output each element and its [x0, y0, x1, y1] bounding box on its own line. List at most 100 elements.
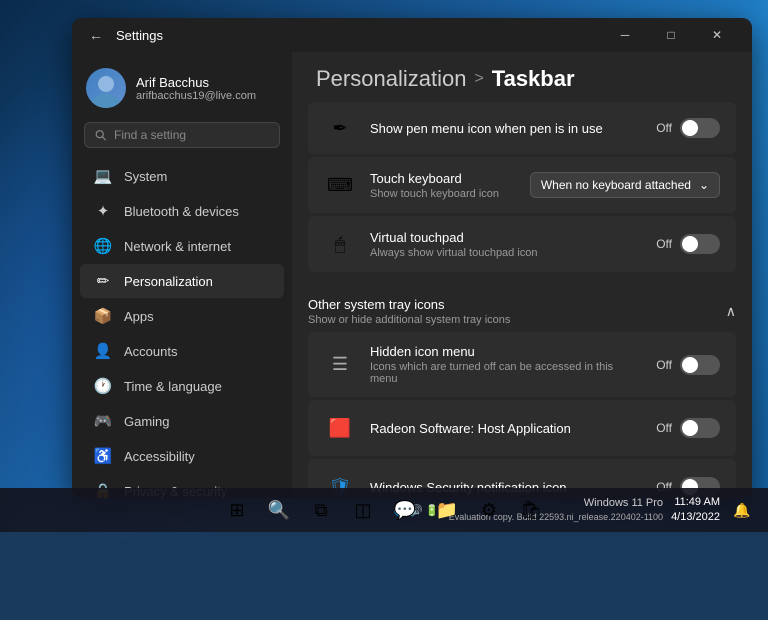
search-taskbar-icon[interactable]: 🔍 [261, 492, 297, 528]
search-input[interactable] [114, 128, 269, 142]
task-view-taskbar-icon[interactable]: ⧉ [303, 492, 339, 528]
user-email: arifbacchus19@live.com [136, 90, 256, 102]
nav-list: 💻 System ✦ Bluetooth & devices 🌐 Network & in… [72, 158, 292, 498]
taskbar-datetime[interactable]: 11:49 AM 4/13/2022 [671, 495, 720, 526]
setting-item-virtual-touchpad: 🖱 Virtual touchpad Always show virtual t… [308, 216, 736, 272]
sidebar-item-apps[interactable]: 📦 Apps [80, 299, 284, 333]
radeon-software-toggle-label: Off [648, 421, 672, 435]
sidebar-item-accessibility[interactable]: ♿Accessibility [80, 439, 284, 473]
main-content: Personalization > Taskbar ✒ Show pen men… [292, 52, 752, 498]
back-button[interactable]: ← [84, 23, 108, 47]
virtual-touchpad-toggle-label: Off [648, 237, 672, 251]
sidebar-item-label: Personalization [124, 274, 213, 289]
window-controls: ─ □ ✕ [602, 18, 740, 52]
hidden-icon-menu-icon: ☰ [324, 349, 356, 381]
system-tray-header[interactable]: Other system tray icons Show or hide add… [292, 287, 752, 332]
virtual-touchpad-icon: 🖱 [324, 228, 356, 260]
minimize-button[interactable]: ─ [602, 18, 648, 52]
page-header: Personalization > Taskbar [292, 52, 752, 102]
radeon-software-control: Off [648, 418, 720, 438]
apps-icon: 📦 [94, 307, 112, 325]
maximize-button[interactable]: □ [648, 18, 694, 52]
network-icon: 🌐 [94, 237, 112, 255]
sidebar-item-label: Accounts [124, 344, 177, 359]
pen-title: Show pen menu icon when pen is in use [370, 121, 634, 136]
touch-keyboard-title: Touch keyboard [370, 171, 516, 186]
close-button[interactable]: ✕ [694, 18, 740, 52]
time-icon: 🕐 [94, 377, 112, 395]
sidebar: Arif Bacchus arifbacchus19@live.com 💻 Sys… [72, 52, 292, 498]
section-subtitle: Show or hide additional system tray icon… [308, 314, 510, 326]
title-bar: ← Settings ─ □ ✕ [72, 18, 752, 52]
virtual-touchpad-toggle[interactable] [680, 234, 720, 254]
gaming-icon: 🎮 [94, 412, 112, 430]
sidebar-item-bluetooth[interactable]: ✦ Bluetooth & devices [80, 194, 284, 228]
user-info: Arif Bacchus arifbacchus19@live.com [136, 75, 256, 102]
virtual-touchpad-text: Virtual touchpad Always show virtual tou… [370, 230, 634, 259]
window-title: Settings [116, 28, 602, 43]
touch-keyboard-text: Touch keyboard Show touch keyboard icon [370, 171, 516, 200]
touch-keyboard-dropdown[interactable]: When no keyboard attached ⌄ [530, 172, 720, 198]
touch-keyboard-desc: Show touch keyboard icon [370, 188, 516, 200]
sidebar-item-accounts[interactable]: 👤Accounts [80, 334, 284, 368]
sidebar-item-gaming[interactable]: 🎮 Gaming [80, 404, 284, 438]
taskbar-time: 11:49 AM [674, 495, 720, 510]
taskbar: ⊞🔍⧉◫💬📁⚙🛍 🌐 🔊 🔋 Windows 11 Pro Evaluation… [0, 488, 768, 532]
sidebar-item-label: Time & language [124, 379, 222, 394]
pen-toggle-label: Off [648, 121, 672, 135]
touch-keyboard-dropdown-value: When no keyboard attached [541, 178, 691, 192]
file-explorer-taskbar-icon[interactable]: 📁 [429, 492, 465, 528]
bluetooth-icon: ✦ [94, 202, 112, 220]
virtual-touchpad-control: Off [648, 234, 720, 254]
breadcrumb-parent: Personalization [316, 66, 466, 92]
radeon-software-icon: 🟥 [324, 412, 356, 444]
pen-menu-item: ✒ Show pen menu icon when pen is in use … [308, 102, 736, 154]
widgets-taskbar-icon[interactable]: ◫ [345, 492, 381, 528]
pen-icon: ✒ [324, 112, 356, 144]
hidden-icon-menu-text: Hidden icon menu Icons which are turned … [370, 344, 634, 385]
sidebar-item-label: Bluetooth & devices [124, 204, 239, 219]
sidebar-item-label: Network & internet [124, 239, 231, 254]
windows-start-taskbar-icon[interactable]: ⊞ [219, 492, 255, 528]
sidebar-item-network[interactable]: 🌐 Network & internet [80, 229, 284, 263]
sidebar-item-label: Accessibility [124, 449, 195, 464]
virtual-touchpad-desc: Always show virtual touchpad icon [370, 247, 634, 259]
user-name: Arif Bacchus [136, 75, 256, 90]
tray-item-radeon-software: 🟥 Radeon Software: Host Application Off [308, 400, 736, 456]
radeon-software-toggle[interactable] [680, 418, 720, 438]
search-box[interactable] [84, 122, 280, 148]
tray-items-section: ☰ Hidden icon menu Icons which are turne… [292, 332, 752, 498]
breadcrumb-arrow: > [474, 70, 483, 88]
avatar [86, 68, 126, 108]
hidden-icon-menu-toggle[interactable] [680, 355, 720, 375]
system-icon: 💻 [94, 167, 112, 185]
pen-text: Show pen menu icon when pen is in use [370, 121, 634, 136]
sidebar-item-personalization[interactable]: ✏Personalization [80, 264, 284, 298]
hidden-icon-menu-control: Off [648, 355, 720, 375]
pen-toggle[interactable] [680, 118, 720, 138]
hidden-icon-menu-toggle-label: Off [648, 358, 672, 372]
settings-window: ← Settings ─ □ ✕ [72, 18, 752, 498]
sidebar-item-label: Gaming [124, 414, 170, 429]
chat-taskbar-icon[interactable]: 💬 [387, 492, 423, 528]
sidebar-item-label: System [124, 169, 167, 184]
store-taskbar-icon[interactable]: 🛍 [513, 492, 549, 528]
user-profile[interactable]: Arif Bacchus arifbacchus19@live.com [72, 60, 292, 122]
pen-control: Off [648, 118, 720, 138]
section-title: Other system tray icons [308, 297, 510, 312]
notification-icon[interactable]: 🔔 [724, 492, 760, 528]
hidden-icon-menu-desc: Icons which are turned off can be access… [370, 361, 634, 385]
settings-body: Arif Bacchus arifbacchus19@live.com 💻 Sys… [72, 52, 752, 498]
virtual-touchpad-title: Virtual touchpad [370, 230, 634, 245]
sidebar-item-time[interactable]: 🕐 Time & language [80, 369, 284, 403]
breadcrumb-current: Taskbar [492, 66, 575, 92]
taskbar-date: 4/13/2022 [671, 510, 720, 525]
sidebar-item-label: Apps [124, 309, 154, 324]
touch-keyboard-icon: ⌨ [324, 169, 356, 201]
settings-section-main: ⌨ Touch keyboard Show touch keyboard ico… [292, 157, 752, 287]
radeon-software-text: Radeon Software: Host Application [370, 421, 634, 436]
chevron-up-icon: ∧ [726, 303, 736, 320]
settings-taskbar-icon[interactable]: ⚙ [471, 492, 507, 528]
sidebar-item-system[interactable]: 💻 System [80, 159, 284, 193]
setting-item-touch-keyboard: ⌨ Touch keyboard Show touch keyboard ico… [308, 157, 736, 213]
